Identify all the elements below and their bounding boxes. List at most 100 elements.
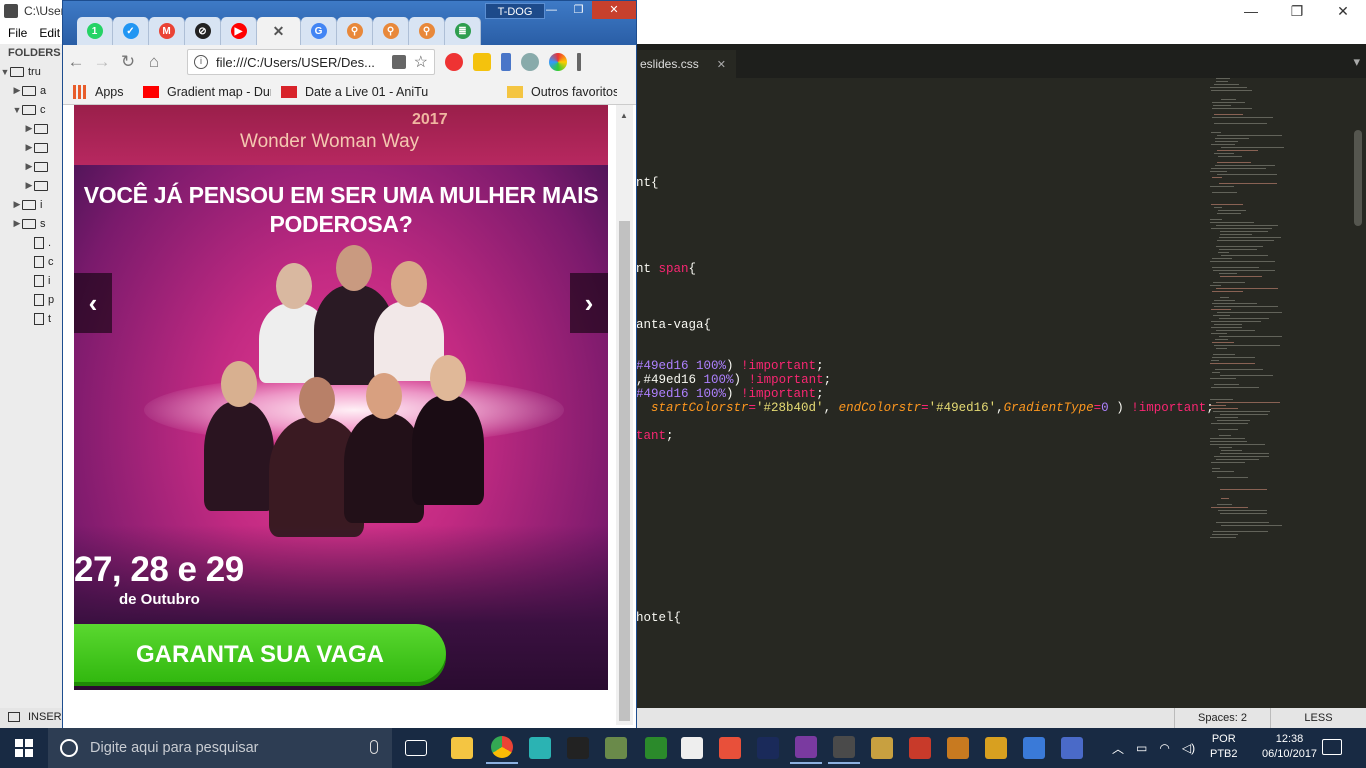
browser-tab[interactable]: ✓ bbox=[113, 17, 149, 45]
chrome-maximize-button[interactable]: ❐ bbox=[565, 1, 592, 19]
browser-tab[interactable]: 1 bbox=[77, 17, 113, 45]
carousel-prev-button[interactable]: ‹ bbox=[74, 273, 112, 333]
screen-icon[interactable] bbox=[1056, 732, 1088, 764]
game-a-icon[interactable] bbox=[904, 732, 936, 764]
start-button[interactable] bbox=[0, 728, 48, 768]
chevron-right-icon[interactable]: ▶ bbox=[24, 161, 34, 172]
input-language[interactable]: POR PTB2 bbox=[1210, 732, 1238, 762]
tray-expand-icon[interactable]: ︿ bbox=[1112, 740, 1124, 757]
chrome-menu-icon[interactable] bbox=[577, 53, 581, 71]
sidebar-item[interactable]: ▶ s bbox=[0, 214, 64, 233]
extension-bookmark-icon[interactable] bbox=[501, 53, 511, 71]
chevron-right-icon[interactable]: ▶ bbox=[12, 85, 22, 96]
sidebar-item[interactable]: ▶ a bbox=[0, 81, 64, 100]
bookmark-item[interactable]: Apps bbox=[73, 84, 133, 99]
extension-adblock-icon[interactable] bbox=[445, 53, 463, 71]
sidebar-item[interactable]: i bbox=[0, 271, 64, 290]
file-explorer-icon[interactable] bbox=[446, 732, 478, 764]
panel-icon[interactable] bbox=[8, 712, 20, 722]
home-icon[interactable]: ⌂ bbox=[141, 52, 167, 72]
address-bar[interactable]: i file:///C:/Users/USER/Des... ☆ bbox=[187, 49, 435, 75]
minecraft-icon[interactable] bbox=[600, 732, 632, 764]
sublime-icon[interactable] bbox=[828, 732, 860, 764]
browser-tab[interactable]: M bbox=[149, 17, 185, 45]
bookmark-item[interactable]: Outros favoritos bbox=[507, 85, 617, 99]
bookmark-item[interactable]: Gradient map - Durac bbox=[143, 85, 271, 99]
tab-close-icon[interactable]: ✕ bbox=[717, 58, 726, 71]
tab-overflow-icon[interactable]: ▾ bbox=[1353, 54, 1360, 70]
scroll-up-icon[interactable]: ▲ bbox=[620, 111, 628, 120]
scroll-thumb[interactable] bbox=[619, 221, 630, 721]
game-c-icon[interactable] bbox=[980, 732, 1012, 764]
notifications-icon[interactable] bbox=[1322, 739, 1342, 755]
sidebar-item[interactable]: ▶ bbox=[0, 119, 64, 138]
code-editor[interactable]: nt{nt span{anta-vaga{#49ed16 100%) !impo… bbox=[636, 78, 1214, 708]
browser-tab[interactable]: ⚲ bbox=[409, 17, 445, 45]
sublime-red-icon[interactable] bbox=[714, 732, 746, 764]
cta-button[interactable]: GARANTA SUA VAGA bbox=[74, 624, 446, 686]
sidebar-item[interactable]: ▶ bbox=[0, 138, 64, 157]
taskbar-search[interactable]: Digite aqui para pesquisar bbox=[48, 728, 392, 768]
browser-tab[interactable]: ✕ bbox=[257, 17, 301, 45]
extension-color-icon[interactable] bbox=[549, 53, 567, 71]
back-icon[interactable]: ← bbox=[63, 52, 89, 72]
zbrush-icon[interactable] bbox=[676, 732, 708, 764]
network-icon[interactable]: ◠ bbox=[1159, 741, 1169, 755]
maya-icon[interactable] bbox=[524, 732, 556, 764]
browser-tab[interactable]: ⚲ bbox=[337, 17, 373, 45]
sidebar-item[interactable]: t bbox=[0, 309, 64, 328]
volume-icon[interactable]: ◁) bbox=[1182, 741, 1195, 755]
minimap[interactable] bbox=[1206, 78, 1356, 548]
status-spaces[interactable]: Spaces: 2 bbox=[1174, 708, 1270, 728]
task-view-icon[interactable] bbox=[400, 732, 432, 764]
profile-button[interactable]: T-DOG bbox=[485, 3, 545, 19]
chrome-close-button[interactable]: ✕ bbox=[592, 1, 636, 19]
browser-tab[interactable]: ▶ bbox=[221, 17, 257, 45]
photoshop-purple-icon[interactable] bbox=[790, 732, 822, 764]
chevron-down-icon[interactable]: ▼ bbox=[12, 105, 22, 115]
xnview-icon[interactable] bbox=[1018, 732, 1050, 764]
photoshop-icon[interactable] bbox=[752, 732, 784, 764]
chrome-minimize-button[interactable]: — bbox=[538, 1, 565, 19]
browser-tab[interactable]: ⊘ bbox=[185, 17, 221, 45]
menu-edit[interactable]: Edit bbox=[39, 26, 60, 40]
sidebar-item[interactable]: ▶ bbox=[0, 157, 64, 176]
sidebar-item[interactable]: p bbox=[0, 290, 64, 309]
game-b-icon[interactable] bbox=[942, 732, 974, 764]
league-icon[interactable] bbox=[866, 732, 898, 764]
translate-icon[interactable] bbox=[392, 55, 406, 69]
chrome-icon[interactable] bbox=[486, 732, 518, 764]
sidebar-item[interactable]: . bbox=[0, 233, 64, 252]
bookmark-star-icon[interactable]: ☆ bbox=[414, 52, 428, 72]
chevron-down-icon[interactable]: ▼ bbox=[0, 67, 10, 77]
vim-icon[interactable] bbox=[640, 732, 672, 764]
sidebar-item[interactable]: ▶ i bbox=[0, 195, 64, 214]
microphone-icon[interactable] bbox=[370, 740, 378, 754]
bookmark-item[interactable]: Date a Live 01 - AniTu bbox=[281, 85, 481, 99]
editor-scrollbar[interactable] bbox=[1354, 130, 1362, 226]
info-icon[interactable]: i bbox=[194, 55, 208, 69]
epic-games-icon[interactable] bbox=[562, 732, 594, 764]
forward-icon[interactable]: → bbox=[89, 52, 115, 72]
battery-icon[interactable]: ▭ bbox=[1136, 741, 1147, 755]
page-scrollbar[interactable]: ▲ bbox=[616, 105, 633, 725]
menu-file[interactable]: File bbox=[8, 26, 27, 40]
sidebar-item[interactable]: ▼ c bbox=[0, 100, 64, 119]
chevron-right-icon[interactable]: ▶ bbox=[24, 123, 34, 134]
tab-eslides-css[interactable]: eslides.css ✕ bbox=[636, 50, 736, 78]
minimize-button[interactable]: — bbox=[1228, 0, 1274, 22]
chevron-right-icon[interactable]: ▶ bbox=[24, 180, 34, 191]
carousel-next-button[interactable]: › bbox=[570, 273, 608, 333]
sidebar-item[interactable]: c bbox=[0, 252, 64, 271]
reload-icon[interactable]: ↻ bbox=[115, 52, 141, 72]
extension-notes-icon[interactable] bbox=[473, 53, 491, 71]
clock[interactable]: 12:38 06/10/2017 bbox=[1262, 732, 1317, 762]
maximize-button[interactable]: ❐ bbox=[1274, 0, 1320, 22]
browser-tab[interactable]: G bbox=[301, 17, 337, 45]
chevron-right-icon[interactable]: ▶ bbox=[12, 199, 22, 210]
browser-tab[interactable]: ⚲ bbox=[373, 17, 409, 45]
chevron-right-icon[interactable]: ▶ bbox=[24, 142, 34, 153]
close-button[interactable]: ✕ bbox=[1320, 0, 1366, 22]
sidebar-item[interactable]: ▶ bbox=[0, 176, 64, 195]
status-syntax[interactable]: LESS bbox=[1270, 708, 1366, 728]
